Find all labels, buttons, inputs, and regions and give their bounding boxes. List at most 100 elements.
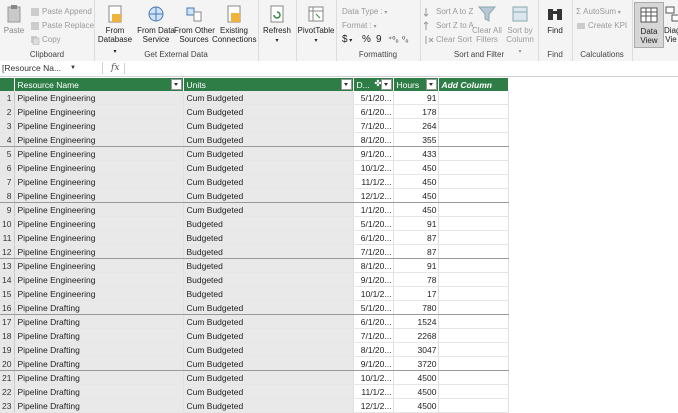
from-other-sources-button[interactable]: From Other Sources: [174, 4, 215, 44]
find-button[interactable]: Find: [540, 4, 570, 35]
cell-resource-name[interactable]: Pipeline Drafting: [14, 384, 185, 399]
cell-units[interactable]: Cum Budgeted: [183, 314, 355, 329]
cell-units[interactable]: Cum Budgeted: [183, 146, 355, 161]
create-kpi-button[interactable]: Create KPI: [576, 19, 627, 32]
cell-date[interactable]: 5/1/20...: [353, 91, 395, 105]
cell-add-column[interactable]: [438, 244, 510, 259]
cell-units[interactable]: Budgeted: [183, 244, 355, 259]
decrease-decimal-icon[interactable]: ⁰₀: [402, 33, 409, 46]
table-row[interactable]: 8 Pipeline Engineering Cum Budgeted 12/1/2.…: [0, 188, 510, 203]
cell-hours[interactable]: 178: [393, 104, 440, 119]
table-row[interactable]: 7 Pipeline Engineering Cum Budgeted 11/1/2.…: [0, 174, 510, 189]
cell-resource-name[interactable]: Pipeline Engineering: [14, 132, 185, 147]
cell-hours[interactable]: 87: [393, 244, 440, 259]
clear-all-filters-button[interactable]: Clear All Filters: [472, 4, 502, 44]
cell-hours[interactable]: 91: [393, 91, 440, 105]
name-box[interactable]: [Resource Na... ▼: [0, 62, 103, 74]
cell-units[interactable]: Budgeted: [183, 286, 355, 301]
cell-resource-name[interactable]: Pipeline Engineering: [14, 104, 185, 119]
cell-date[interactable]: 9/1/20...: [353, 356, 395, 371]
cell-add-column[interactable]: [438, 202, 510, 217]
select-all-corner[interactable]: [0, 78, 16, 91]
cell-date[interactable]: 11/1/2...: [353, 174, 395, 189]
cell-resource-name[interactable]: Pipeline Engineering: [14, 258, 185, 273]
cell-date[interactable]: 7/1/20...: [353, 244, 395, 259]
cell-date[interactable]: 5/1/20...: [353, 216, 395, 231]
cell-resource-name[interactable]: Pipeline Engineering: [14, 91, 185, 105]
cell-hours[interactable]: 355: [393, 132, 440, 147]
cell-hours[interactable]: 78: [393, 272, 440, 287]
cell-units[interactable]: Cum Budgeted: [183, 356, 355, 371]
row-number[interactable]: 18: [0, 328, 16, 343]
cell-add-column[interactable]: [438, 216, 510, 231]
comma-button[interactable]: 9: [376, 33, 382, 46]
table-row[interactable]: 12 Pipeline Engineering Budgeted 7/1/20... 8…: [0, 244, 510, 259]
table-row[interactable]: 11 Pipeline Engineering Budgeted 6/1/20... 8…: [0, 230, 510, 245]
cell-hours[interactable]: 3720: [393, 356, 440, 371]
cell-units[interactable]: Budgeted: [183, 216, 355, 231]
row-number[interactable]: 1: [0, 91, 16, 105]
cell-resource-name[interactable]: Pipeline Engineering: [14, 244, 185, 259]
cell-resource-name[interactable]: Pipeline Engineering: [14, 188, 185, 203]
row-number[interactable]: 10: [0, 216, 16, 231]
cell-date[interactable]: 10/1/2...: [353, 160, 395, 175]
copy-button[interactable]: Copy: [30, 33, 61, 46]
row-number[interactable]: 9: [0, 202, 16, 217]
sort-z-a-button[interactable]: Sort Z to A: [424, 19, 474, 32]
cell-units[interactable]: Budgeted: [183, 258, 355, 273]
cell-resource-name[interactable]: Pipeline Engineering: [14, 286, 185, 301]
cell-date[interactable]: 7/1/20...: [353, 328, 395, 343]
column-header-units[interactable]: Units: [183, 78, 355, 91]
chevron-down-icon[interactable]: ▼: [70, 62, 76, 74]
row-number[interactable]: 4: [0, 132, 16, 147]
cell-date[interactable]: 8/1/20...: [353, 342, 395, 357]
cell-resource-name[interactable]: Pipeline Engineering: [14, 118, 185, 133]
cell-hours[interactable]: 450: [393, 188, 440, 203]
table-row[interactable]: 22 Pipeline Drafting Cum Budgeted 11/1/2...…: [0, 384, 510, 399]
cell-add-column[interactable]: [438, 356, 510, 371]
cell-units[interactable]: Cum Budgeted: [183, 300, 355, 315]
cell-add-column[interactable]: [438, 132, 510, 147]
table-row[interactable]: 19 Pipeline Drafting Cum Budgeted 8/1/20...…: [0, 342, 510, 357]
cell-add-column[interactable]: [438, 230, 510, 245]
cell-units[interactable]: Budgeted: [183, 272, 355, 287]
row-number[interactable]: 21: [0, 370, 16, 385]
row-number[interactable]: 3: [0, 118, 16, 133]
cell-date[interactable]: 8/1/20...: [353, 132, 395, 147]
cell-units[interactable]: Cum Budgeted: [183, 174, 355, 189]
filter-dropdown-icon[interactable]: [381, 79, 393, 90]
autosum-button[interactable]: Σ AutoSum ▾: [576, 5, 621, 18]
sort-a-z-button[interactable]: Sort A to Z: [424, 5, 473, 18]
cell-units[interactable]: Cum Budgeted: [183, 202, 355, 217]
format-dropdown[interactable]: Format : ▾: [342, 19, 376, 32]
cell-hours[interactable]: 264: [393, 118, 440, 133]
cell-units[interactable]: Cum Budgeted: [183, 384, 355, 399]
column-header-hours[interactable]: Hours: [393, 78, 440, 91]
cell-date[interactable]: 6/1/20...: [353, 230, 395, 245]
row-number[interactable]: 7: [0, 174, 16, 189]
table-row[interactable]: 13 Pipeline Engineering Budgeted 8/1/20... 9…: [0, 258, 510, 273]
cell-resource-name[interactable]: Pipeline Engineering: [14, 230, 185, 245]
row-number[interactable]: 17: [0, 314, 16, 329]
cell-date[interactable]: 6/1/20...: [353, 104, 395, 119]
cell-date[interactable]: 9/1/20...: [353, 146, 395, 161]
cell-add-column[interactable]: [438, 272, 510, 287]
pivottable-button[interactable]: PivotTable ▾: [297, 4, 335, 46]
cell-date[interactable]: 1/1/20...: [353, 202, 395, 217]
cell-units[interactable]: Cum Budgeted: [183, 104, 355, 119]
filter-dropdown-icon[interactable]: [426, 79, 438, 90]
cell-add-column[interactable]: [438, 342, 510, 357]
cell-date[interactable]: 12/1/2...: [353, 188, 395, 203]
paste-replace-button[interactable]: Paste Replace: [30, 19, 94, 32]
table-row[interactable]: 14 Pipeline Engineering Budgeted 9/1/20... 7…: [0, 272, 510, 287]
row-number[interactable]: 8: [0, 188, 16, 203]
cell-add-column[interactable]: [438, 286, 510, 301]
filter-dropdown-icon[interactable]: [341, 79, 353, 90]
add-column-header[interactable]: Add Column: [438, 78, 510, 91]
table-row[interactable]: 6 Pipeline Engineering Cum Budgeted 10/1/2.…: [0, 160, 510, 175]
table-row[interactable]: 15 Pipeline Engineering Budgeted 10/1/2... 1…: [0, 286, 510, 301]
cell-add-column[interactable]: [438, 328, 510, 343]
table-row[interactable]: 16 Pipeline Drafting Cum Budgeted 5/1/20...…: [0, 300, 510, 315]
cell-hours[interactable]: 91: [393, 258, 440, 273]
cell-hours[interactable]: 450: [393, 160, 440, 175]
